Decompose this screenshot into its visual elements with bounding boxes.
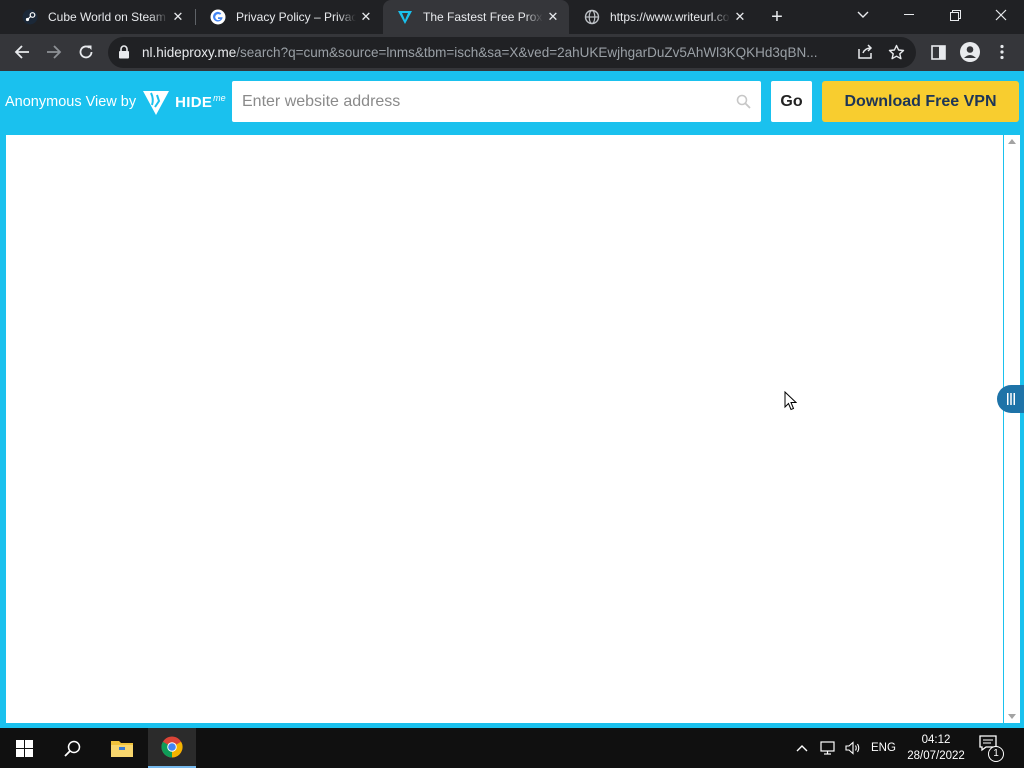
clock-date: 28/07/2022: [907, 750, 965, 762]
taskbar-clock[interactable]: 04:12 28/07/2022: [900, 732, 972, 764]
start-button[interactable]: [0, 728, 48, 768]
side-panel-handle[interactable]: [997, 385, 1024, 413]
language-indicator[interactable]: ENG: [871, 728, 896, 768]
browser-toolbar: nl.hideproxy.me/search?q=cum&source=lnms…: [0, 34, 1024, 71]
tab-strip: Cube World on Steam ✕ Privacy Policy – P…: [0, 0, 1024, 34]
tab-privacy-policy[interactable]: Privacy Policy – Privacy ✕: [196, 0, 382, 34]
tab-title: Cube World on Steam: [48, 10, 166, 24]
close-tab-icon[interactable]: ✕: [545, 9, 561, 25]
restore-button[interactable]: [932, 0, 978, 30]
scroll-down-arrow-icon[interactable]: [1008, 714, 1016, 719]
profile-avatar[interactable]: [956, 38, 984, 66]
address-bar[interactable]: nl.hideproxy.me/search?q=cum&source=lnms…: [108, 37, 916, 68]
hideme-icon: [397, 9, 413, 25]
proxied-page-frame: [0, 133, 1024, 728]
file-explorer-button[interactable]: [98, 728, 146, 768]
minimize-button[interactable]: [886, 0, 932, 30]
bookmark-star-icon[interactable]: [888, 44, 905, 66]
back-button[interactable]: [8, 38, 36, 66]
google-icon: [210, 9, 226, 25]
menu-kebab-icon[interactable]: [988, 38, 1016, 66]
page-scrollbar[interactable]: [1004, 135, 1020, 723]
taskbar-search-button[interactable]: [48, 728, 96, 768]
tab-title: https://www.writeurl.com: [610, 10, 730, 24]
tab-search-chevron-icon[interactable]: [840, 0, 886, 30]
mouse-cursor-icon: [784, 390, 798, 416]
show-hidden-icons-chevron-icon[interactable]: [796, 728, 808, 768]
chrome-taskbar-button[interactable]: [148, 728, 196, 768]
brand-name: HIDE: [175, 93, 213, 111]
search-icon[interactable]: [736, 94, 751, 114]
brand-suffix: me: [213, 93, 226, 103]
lock-icon[interactable]: [118, 45, 130, 64]
url-text[interactable]: nl.hideproxy.me/search?q=cum&source=lnms…: [142, 45, 847, 60]
action-center-button[interactable]: 1: [978, 734, 1008, 762]
brand-prefix: Anonymous View by: [5, 94, 137, 110]
hideme-logo-icon: [143, 91, 170, 115]
side-panel-icon[interactable]: [924, 38, 952, 66]
download-vpn-button[interactable]: Download Free VPN: [822, 81, 1019, 122]
hideme-logo[interactable]: HIDE me: [141, 87, 226, 117]
url-host: nl.hideproxy.me: [142, 45, 237, 60]
network-icon[interactable]: [820, 728, 838, 768]
proxy-brand: Anonymous View by HIDE me: [5, 87, 226, 117]
share-icon[interactable]: [856, 44, 874, 65]
globe-icon: [584, 9, 600, 25]
tab-steam[interactable]: Cube World on Steam ✕: [8, 0, 194, 34]
url-path: /search?q=cum&source=lnms&tbm=isch&sa=X&…: [236, 45, 818, 60]
tab-title: Privacy Policy – Privacy: [236, 10, 356, 24]
go-button[interactable]: Go: [771, 81, 812, 122]
tab-writeurl[interactable]: https://www.writeurl.com ✕: [570, 0, 756, 34]
tab-proxy[interactable]: The Fastest Free Proxy ✕: [383, 0, 569, 34]
windows-taskbar: ENG 04:12 28/07/2022 1: [0, 728, 1024, 768]
close-tab-icon[interactable]: ✕: [170, 9, 186, 25]
tab-title: The Fastest Free Proxy: [423, 10, 543, 24]
forward-button[interactable]: [40, 38, 68, 66]
reload-button[interactable]: [72, 38, 100, 66]
volume-icon[interactable]: [845, 728, 863, 768]
notification-count-badge: 1: [988, 746, 1004, 762]
close-window-button[interactable]: [978, 0, 1024, 30]
scroll-up-arrow-icon[interactable]: [1008, 139, 1016, 144]
chrome-icon: [161, 736, 183, 758]
proxied-page-content: [6, 135, 1003, 723]
close-tab-icon[interactable]: ✕: [358, 9, 374, 25]
website-address-box: [232, 81, 761, 122]
windows-logo-icon: [15, 739, 33, 757]
steam-icon: [22, 9, 38, 25]
folder-icon: [111, 741, 133, 757]
new-tab-button[interactable]: +: [765, 5, 789, 29]
close-tab-icon[interactable]: ✕: [732, 9, 748, 25]
proxy-header: Anonymous View by HIDE me Go Download Fr…: [0, 71, 1024, 133]
clock-time: 04:12: [921, 734, 951, 746]
search-icon: [63, 740, 80, 757]
website-address-input[interactable]: [232, 81, 732, 122]
grip-icon: [1006, 393, 1015, 405]
